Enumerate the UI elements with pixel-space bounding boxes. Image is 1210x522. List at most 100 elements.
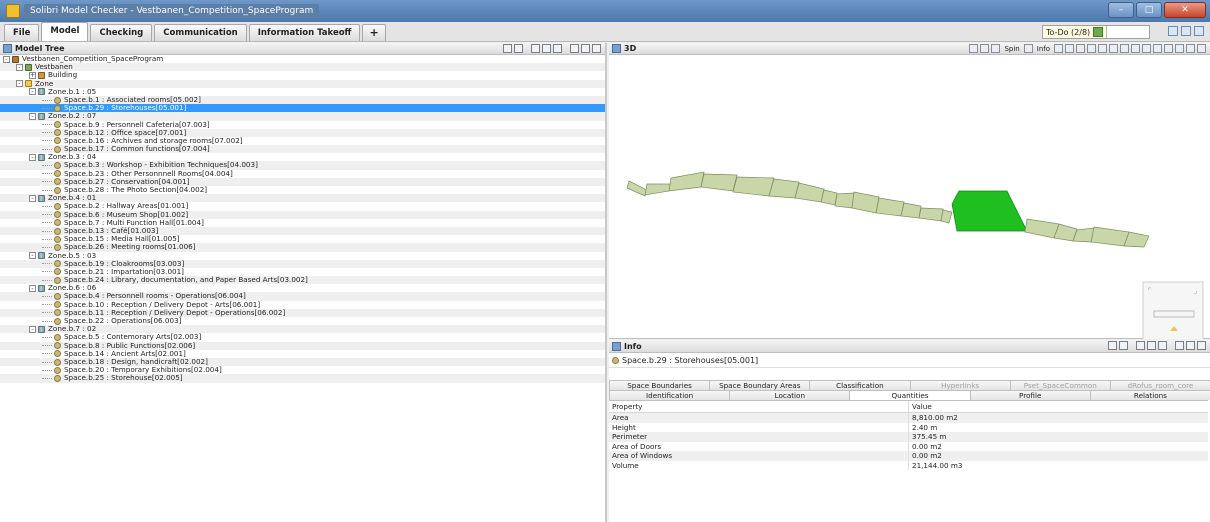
window-layout-icon[interactable]	[1181, 26, 1191, 36]
view-3d-panel: 3D Spin Info ⌜ ⌟	[609, 43, 1210, 339]
tab-model[interactable]: Model	[41, 22, 89, 41]
close-panel-icon[interactable]	[592, 44, 601, 53]
minimize-view-icon[interactable]	[1175, 44, 1184, 53]
hide-icon[interactable]	[1065, 44, 1074, 53]
building-icon	[38, 71, 45, 79]
info-collapse-icon[interactable]	[1158, 341, 1167, 350]
collapse-all-icon[interactable]	[542, 44, 551, 53]
tree-node-row[interactable]: - Vestbanen	[0, 62, 605, 72]
model-tree-icon	[3, 44, 12, 53]
tree-node-row[interactable]: - Vestbanen_Competition_SpaceProgram	[0, 54, 605, 63]
navigation-cube[interactable]: ⌜ ⌟	[1142, 281, 1204, 339]
tab-relations[interactable]: Relations	[1089, 390, 1210, 400]
camera-icon[interactable]	[1153, 44, 1162, 53]
tab-identification[interactable]: Identification	[609, 390, 731, 400]
collapse-toggle-icon[interactable]: -	[29, 325, 36, 333]
property-row[interactable]: Volume 21,144.00 m3	[609, 460, 1208, 470]
isolate-icon[interactable]	[1076, 44, 1085, 53]
layout-icon[interactable]	[1168, 26, 1178, 36]
col-property[interactable]: Property	[609, 401, 909, 412]
next-icon[interactable]	[1119, 341, 1128, 350]
minimize-button[interactable]: –	[1108, 2, 1134, 18]
space-icon	[54, 137, 61, 145]
tab-profile[interactable]: Profile	[969, 390, 1091, 400]
model-tree-toolbar	[503, 44, 601, 53]
property-name: Height	[609, 422, 909, 432]
tree-node-row[interactable]: + Building	[0, 71, 605, 79]
collapse-toggle-icon[interactable]: -	[3, 55, 10, 63]
tree-connector	[42, 336, 52, 338]
todo-box[interactable]: To-Do (2/8)	[1042, 25, 1150, 39]
close-button[interactable]: ✕	[1164, 2, 1206, 18]
select-icon[interactable]	[1142, 44, 1151, 53]
zone-icon	[38, 194, 45, 202]
collapse-toggle-icon[interactable]: -	[29, 252, 36, 260]
help-icon[interactable]	[1194, 26, 1204, 36]
collapse-toggle-icon[interactable]: -	[29, 284, 36, 292]
collapse-toggle-icon[interactable]: -	[29, 112, 36, 120]
spin-icon[interactable]	[991, 44, 1001, 53]
model-tree-title: Model Tree	[15, 44, 65, 53]
tab-quantities[interactable]: Quantities	[849, 390, 971, 400]
filter-icon[interactable]	[503, 44, 512, 53]
property-row[interactable]: Perimeter 375.45 m	[609, 432, 1208, 442]
sort-icon[interactable]	[514, 44, 523, 53]
tab-information-takeoff[interactable]: Information Takeoff	[248, 24, 361, 41]
zone-icon	[38, 284, 45, 292]
tab-space-boundary-areas[interactable]: Space Boundary Areas	[709, 380, 811, 390]
back-icon[interactable]	[969, 44, 979, 53]
prev-icon[interactable]	[1108, 341, 1117, 350]
collapse-toggle-icon[interactable]: -	[16, 80, 23, 88]
zoom-window-icon[interactable]	[1131, 44, 1140, 53]
property-row[interactable]: Height 2.40 m	[609, 422, 1208, 432]
space-icon	[54, 162, 61, 170]
tree-view-icon[interactable]	[553, 44, 562, 53]
expand-toggle-icon[interactable]: +	[29, 71, 36, 79]
collapse-toggle-icon[interactable]: -	[16, 63, 23, 71]
property-row[interactable]: Area 8,810.00 m2	[609, 413, 1208, 423]
info-maximize-icon[interactable]	[1186, 341, 1195, 350]
tree-space-row[interactable]: Space.b.25 : Storehouse[02.005]	[0, 374, 605, 383]
minimize-panel-icon[interactable]	[570, 44, 579, 53]
3d-scene[interactable]: ⌜ ⌟	[609, 56, 1210, 339]
info-minimize-icon[interactable]	[1175, 341, 1184, 350]
maximize-view-icon[interactable]	[1186, 44, 1195, 53]
settings-icon[interactable]	[1164, 44, 1173, 53]
tab-space-boundaries[interactable]: Space Boundaries	[609, 380, 711, 390]
info-button[interactable]: Info	[1035, 45, 1052, 53]
close-view-icon[interactable]	[1197, 44, 1206, 53]
info-expand-icon[interactable]	[1147, 341, 1156, 350]
zoom-out-icon[interactable]	[1109, 44, 1118, 53]
tree-connector	[42, 377, 52, 379]
3d-model-canvas[interactable]	[609, 56, 1210, 339]
col-value[interactable]: Value	[909, 401, 1208, 412]
add-tab-button[interactable]: +	[362, 24, 386, 41]
tab-communication[interactable]: Communication	[154, 24, 247, 41]
spin-button[interactable]: Spin	[1002, 45, 1021, 53]
info-close-icon[interactable]	[1197, 341, 1206, 350]
property-name: Volume	[609, 460, 909, 470]
tab-location[interactable]: Location	[729, 390, 851, 400]
property-row[interactable]: Area of Windows 0.00 m2	[609, 451, 1208, 461]
info-options-icon[interactable]	[1136, 341, 1145, 350]
space-icon	[54, 129, 61, 137]
tab-classification[interactable]: Classification	[809, 380, 911, 390]
tab-checking[interactable]: Checking	[90, 24, 153, 41]
zoom-in-icon[interactable]	[1098, 44, 1107, 53]
expand-all-icon[interactable]	[531, 44, 540, 53]
info-icon[interactable]	[1023, 44, 1033, 53]
maximize-button[interactable]: □	[1136, 2, 1162, 18]
tab-file[interactable]: File	[4, 24, 40, 41]
space-icon	[54, 243, 61, 251]
collapse-toggle-icon[interactable]: -	[29, 153, 36, 161]
visibility-icon[interactable]	[1054, 44, 1063, 53]
collapse-toggle-icon[interactable]: -	[29, 194, 36, 202]
todo-field[interactable]	[1106, 26, 1149, 38]
zoom-fit-icon[interactable]	[1120, 44, 1129, 53]
property-row[interactable]: Area of Doors 0.00 m2	[609, 441, 1208, 451]
collapse-toggle-icon[interactable]: -	[29, 88, 36, 96]
transparency-icon[interactable]	[1087, 44, 1096, 53]
tree-connector	[42, 296, 52, 298]
maximize-panel-icon[interactable]	[581, 44, 590, 53]
forward-icon[interactable]	[980, 44, 990, 53]
